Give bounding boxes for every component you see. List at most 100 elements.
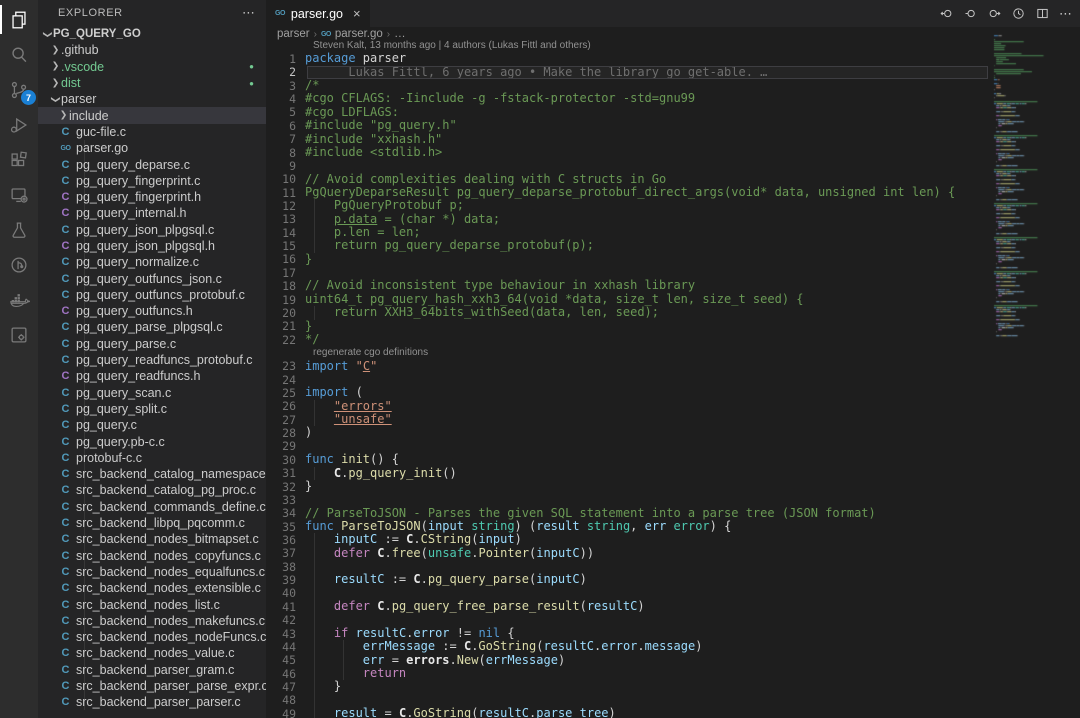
testing-icon[interactable] <box>0 212 38 247</box>
code-line[interactable]: 44 errMessage := C.GoString(resultC.erro… <box>266 640 990 653</box>
code-line[interactable]: 36 inputC := C.CString(input) <box>266 533 990 546</box>
code-line[interactable]: 14 p.len = len; <box>266 226 990 239</box>
file-item[interactable]: Csrc_backend_parser_gram.c <box>38 662 266 678</box>
folder-item[interactable]: ❯PG_QUERY_GO <box>38 26 266 42</box>
code-line[interactable]: 33 <box>266 493 990 506</box>
settings-window-icon[interactable] <box>0 317 38 352</box>
more-actions-icon[interactable]: ⋯ <box>1056 4 1076 24</box>
file-item[interactable]: Csrc_backend_nodes_makefuncs.c <box>38 613 266 629</box>
code-line[interactable]: 47 } <box>266 680 990 693</box>
extensions-icon[interactable] <box>0 142 38 177</box>
timeline-icon[interactable] <box>1008 4 1028 24</box>
code-line[interactable]: 3/* <box>266 79 990 92</box>
file-item[interactable]: Csrc_backend_commands_define.c <box>38 499 266 515</box>
file-item[interactable]: Cpg_query_outfuncs_protobuf.c <box>38 287 266 303</box>
code-line[interactable]: 15 return pg_query_deparse_protobuf(p); <box>266 239 990 252</box>
code-line[interactable]: 16} <box>266 253 990 266</box>
code-line[interactable]: 46 return <box>266 667 990 680</box>
file-item[interactable]: Cguc-file.c <box>38 124 266 140</box>
codelens[interactable]: Steven Kalt, 13 months ago | 4 authors (… <box>266 39 990 52</box>
explorer-more-icon[interactable]: ⋯ <box>242 5 256 21</box>
split-editor-icon[interactable] <box>1032 4 1052 24</box>
file-item[interactable]: Cpg_query_json_plpgsql.c <box>38 222 266 238</box>
file-item[interactable]: Cpg_query_fingerprint.h <box>38 189 266 205</box>
source-control-icon[interactable]: 7 <box>0 72 38 107</box>
code-line[interactable]: 26 "errors" <box>266 400 990 413</box>
code-line[interactable]: 8#include <stdlib.h> <box>266 146 990 159</box>
file-item[interactable]: Cpg_query.c <box>38 417 266 433</box>
file-item[interactable]: Cpg_query_json_plpgsql.h <box>38 238 266 254</box>
file-item[interactable]: Cpg_query_deparse.c <box>38 156 266 172</box>
file-item[interactable]: Cpg_query_scan.c <box>38 385 266 401</box>
minimap[interactable] <box>990 27 1080 718</box>
file-item[interactable]: Csrc_backend_nodes_value.c <box>38 645 266 661</box>
file-item[interactable]: Csrc_backend_nodes_copyfuncs.c <box>38 548 266 564</box>
code-line[interactable]: 30func init() { <box>266 453 990 466</box>
file-item[interactable]: Csrc_backend_catalog_pg_proc.c <box>38 482 266 498</box>
file-item[interactable]: Cpg_query_readfuncs.h <box>38 368 266 384</box>
docker-icon[interactable] <box>0 282 38 317</box>
file-item[interactable]: Cpg_query_normalize.c <box>38 254 266 270</box>
code-line[interactable]: 21} <box>266 320 990 333</box>
code-line[interactable]: 43 if resultC.error != nil { <box>266 627 990 640</box>
run-debug-icon[interactable] <box>0 107 38 142</box>
code-line[interactable]: 9 <box>266 159 990 172</box>
file-item[interactable]: Csrc_backend_nodes_list.c <box>38 596 266 612</box>
code-line[interactable]: 13 p.data = (char *) data; <box>266 213 990 226</box>
code-line[interactable]: 12 PgQueryProtobuf p; <box>266 199 990 212</box>
file-item[interactable]: Csrc_backend_parser_parser.c <box>38 694 266 710</box>
file-item[interactable]: Csrc_backend_parser_parse_expr.c <box>38 678 266 694</box>
code-line[interactable]: 48 <box>266 694 990 707</box>
file-item[interactable]: Cpg_query_readfuncs_protobuf.c <box>38 352 266 368</box>
code-line[interactable]: 35func ParseToJSON(input string) (result… <box>266 520 990 533</box>
file-item[interactable]: Csrc_backend_nodes_equalfuncs.c <box>38 564 266 580</box>
change-icon[interactable] <box>960 4 980 24</box>
file-item[interactable]: Cprotobuf-c.c <box>38 450 266 466</box>
folder-item[interactable]: ❯.vscode● <box>38 59 266 75</box>
close-icon[interactable]: × <box>353 6 361 21</box>
folder-item[interactable]: ❯include <box>38 107 266 123</box>
file-item[interactable]: Csrc_backend_nodes_bitmapset.c <box>38 531 266 547</box>
code-line[interactable]: 23import "C" <box>266 360 990 373</box>
code-line[interactable]: 28) <box>266 426 990 439</box>
next-change-icon[interactable] <box>984 4 1004 24</box>
file-item[interactable]: Csrc_backend_libpq_pqcomm.c <box>38 515 266 531</box>
file-item[interactable]: Csrc_backend_nodes_nodeFuncs.c <box>38 629 266 645</box>
file-item[interactable]: Cpg_query_parse_plpgsql.c <box>38 319 266 335</box>
code-line[interactable]: 31 C.pg_query_init() <box>266 467 990 480</box>
code-line[interactable]: 7#include "xxhash.h" <box>266 133 990 146</box>
code-line[interactable]: 17 <box>266 266 990 279</box>
folder-item[interactable]: ❯.github <box>38 42 266 58</box>
code-line[interactable]: 37 defer C.free(unsafe.Pointer(inputC)) <box>266 547 990 560</box>
code-line[interactable]: 11PgQueryDeparseResult pg_query_deparse_… <box>266 186 990 199</box>
code-line[interactable]: 45 err = errors.New(errMessage) <box>266 654 990 667</box>
code-line[interactable]: 10// Avoid complexities dealing with C s… <box>266 173 990 186</box>
code-area[interactable]: Steven Kalt, 13 months ago | 4 authors (… <box>266 39 990 718</box>
file-item[interactable]: Cpg_query.pb-c.c <box>38 433 266 449</box>
prev-change-icon[interactable] <box>936 4 956 24</box>
file-item[interactable]: Cpg_query_fingerprint.c <box>38 173 266 189</box>
code-line[interactable]: 29 <box>266 440 990 453</box>
code-line[interactable]: 25import ( <box>266 386 990 399</box>
code-line[interactable]: 18// Avoid inconsistent type behaviour i… <box>266 279 990 292</box>
code-line[interactable]: 32} <box>266 480 990 493</box>
file-item[interactable]: GOparser.go <box>38 140 266 156</box>
tab-parser-go[interactable]: GO parser.go × <box>266 0 370 27</box>
folder-item[interactable]: ❯dist● <box>38 75 266 91</box>
code-line[interactable]: 38 <box>266 560 990 573</box>
code-line[interactable]: 22*/ <box>266 333 990 346</box>
file-item[interactable]: Cpg_query_split.c <box>38 401 266 417</box>
file-item[interactable]: Cpg_query_internal.h <box>38 205 266 221</box>
explorer-icon[interactable] <box>0 2 38 37</box>
code-line[interactable]: 6#include "pg_query.h" <box>266 119 990 132</box>
code-line[interactable]: 19uint64_t pg_query_hash_xxh3_64(void *d… <box>266 293 990 306</box>
code-line[interactable]: 2 Lukas Fittl, 6 years ago • Make the li… <box>266 66 990 79</box>
code-line[interactable]: 40 <box>266 587 990 600</box>
file-item[interactable]: Csrc_backend_catalog_namespace.c <box>38 466 266 482</box>
file-item[interactable]: Csrc_backend_nodes_extensible.c <box>38 580 266 596</box>
search-icon[interactable] <box>0 37 38 72</box>
code-line[interactable]: 49 result = C.GoString(resultC.parse_tre… <box>266 707 990 718</box>
file-item[interactable]: Cpg_query_outfuncs.h <box>38 303 266 319</box>
code-line[interactable]: 42 <box>266 613 990 626</box>
code-line[interactable]: 24 <box>266 373 990 386</box>
